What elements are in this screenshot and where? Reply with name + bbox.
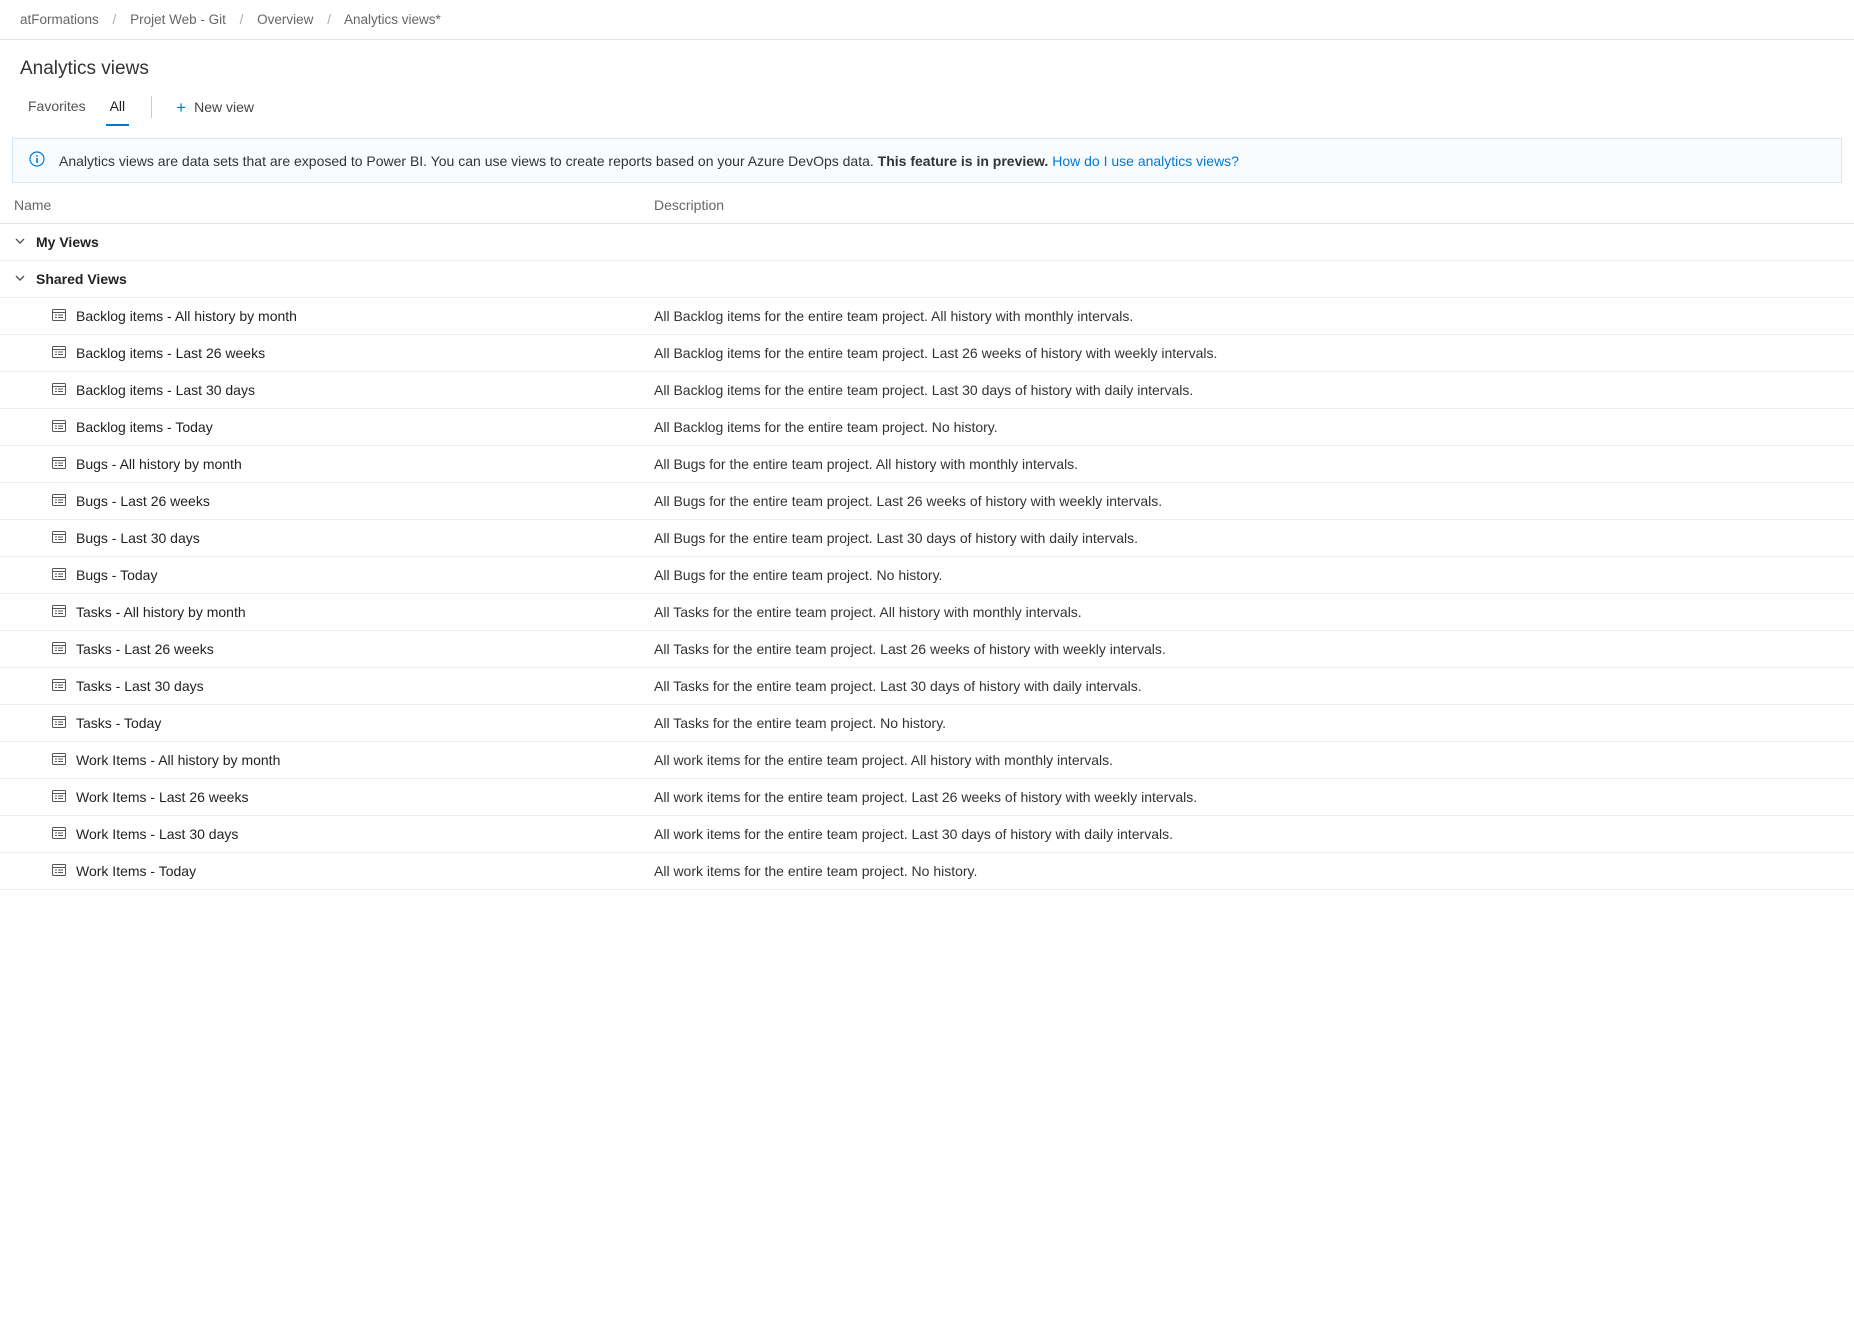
- view-row[interactable]: Work Items - All history by month All wor…: [0, 742, 1854, 779]
- view-description: All Bugs for the entire team project. La…: [654, 530, 1840, 546]
- view-description: All Backlog items for the entire team pr…: [654, 345, 1840, 361]
- analytics-view-icon: [52, 826, 66, 842]
- view-name: Bugs - All history by month: [76, 456, 242, 472]
- analytics-view-icon: [52, 678, 66, 694]
- analytics-view-icon: [52, 567, 66, 583]
- view-row[interactable]: Work Items - Last 26 weeks All work items…: [0, 779, 1854, 816]
- view-description: All Backlog items for the entire team pr…: [654, 419, 1840, 435]
- view-name: Bugs - Last 30 days: [76, 530, 200, 546]
- analytics-view-icon: [52, 530, 66, 546]
- analytics-view-icon: [52, 308, 66, 324]
- new-view-button[interactable]: + New view: [170, 91, 260, 124]
- view-row[interactable]: Tasks - All history by month All Tasks fo…: [0, 594, 1854, 631]
- tab-divider: [151, 96, 152, 118]
- view-name: Tasks - Last 30 days: [76, 678, 204, 694]
- view-row[interactable]: Backlog items - Last 26 weeks All Backlog…: [0, 335, 1854, 372]
- view-row[interactable]: Bugs - Last 26 weeks All Bugs for the ent…: [0, 483, 1854, 520]
- info-icon: [29, 151, 45, 170]
- analytics-view-icon: [52, 641, 66, 657]
- analytics-view-icon: [52, 456, 66, 472]
- shared-views-list: Backlog items - All history by month All …: [0, 298, 1854, 890]
- analytics-view-icon: [52, 752, 66, 768]
- breadcrumb-separator: /: [240, 12, 244, 27]
- view-name: Bugs - Today: [76, 567, 157, 583]
- view-row[interactable]: Tasks - Last 30 days All Tasks for the en…: [0, 668, 1854, 705]
- view-row[interactable]: Backlog items - Today All Backlog items f…: [0, 409, 1854, 446]
- breadcrumb-separator: /: [113, 12, 117, 27]
- view-row[interactable]: Bugs - Last 30 days All Bugs for the enti…: [0, 520, 1854, 557]
- view-description: All Backlog items for the entire team pr…: [654, 308, 1840, 324]
- view-name: Tasks - All history by month: [76, 604, 246, 620]
- view-row[interactable]: Bugs - All history by month All Bugs for …: [0, 446, 1854, 483]
- view-description: All work items for the entire team proje…: [654, 826, 1840, 842]
- group-shared-views[interactable]: Shared Views: [0, 261, 1854, 298]
- analytics-view-icon: [52, 493, 66, 509]
- page-title: Analytics views: [0, 40, 1854, 88]
- view-description: All work items for the entire team proje…: [654, 752, 1840, 768]
- view-name: Backlog items - Last 26 weeks: [76, 345, 265, 361]
- view-description: All Bugs for the entire team project. No…: [654, 567, 1840, 583]
- table-header: Name Description: [0, 187, 1854, 224]
- analytics-view-icon: [52, 863, 66, 879]
- column-description-header[interactable]: Description: [654, 197, 1840, 213]
- view-row[interactable]: Backlog items - All history by month All …: [0, 298, 1854, 335]
- breadcrumb-item[interactable]: atFormations: [20, 12, 99, 27]
- view-name: Tasks - Today: [76, 715, 161, 731]
- info-text: Analytics views are data sets that are e…: [59, 153, 1239, 169]
- group-label: My Views: [36, 234, 99, 250]
- view-description: All Tasks for the entire team project. L…: [654, 678, 1840, 694]
- view-description: All Bugs for the entire team project. Al…: [654, 456, 1840, 472]
- analytics-view-icon: [52, 715, 66, 731]
- view-name: Work Items - Last 30 days: [76, 826, 238, 842]
- breadcrumb-item[interactable]: Projet Web - Git: [130, 12, 226, 27]
- analytics-view-icon: [52, 419, 66, 435]
- view-description: All Tasks for the entire team project. N…: [654, 715, 1840, 731]
- group-label: Shared Views: [36, 271, 127, 287]
- view-name: Work Items - Today: [76, 863, 196, 879]
- view-name: Bugs - Last 26 weeks: [76, 493, 210, 509]
- view-name: Backlog items - All history by month: [76, 308, 297, 324]
- new-view-label: New view: [194, 99, 254, 115]
- analytics-view-icon: [52, 382, 66, 398]
- info-help-link[interactable]: How do I use analytics views?: [1052, 153, 1239, 169]
- view-description: All Bugs for the entire team project. La…: [654, 493, 1840, 509]
- column-name-header[interactable]: Name: [14, 197, 654, 213]
- view-description: All Backlog items for the entire team pr…: [654, 382, 1840, 398]
- view-row[interactable]: Backlog items - Last 30 days All Backlog …: [0, 372, 1854, 409]
- breadcrumb-item[interactable]: Analytics views*: [344, 12, 441, 27]
- view-description: All Tasks for the entire team project. A…: [654, 604, 1840, 620]
- view-name: Work Items - All history by month: [76, 752, 280, 768]
- breadcrumb: atFormations / Projet Web - Git / Overvi…: [0, 0, 1854, 40]
- analytics-view-icon: [52, 345, 66, 361]
- plus-icon: +: [176, 99, 186, 116]
- tab-favorites[interactable]: Favorites: [20, 88, 94, 126]
- view-row[interactable]: Bugs - Today All Bugs for the entire team…: [0, 557, 1854, 594]
- view-name: Tasks - Last 26 weeks: [76, 641, 214, 657]
- chevron-down-icon: [14, 234, 26, 250]
- view-description: All work items for the entire team proje…: [654, 789, 1840, 805]
- breadcrumb-item[interactable]: Overview: [257, 12, 313, 27]
- analytics-view-icon: [52, 789, 66, 805]
- view-row[interactable]: Tasks - Today All Tasks for the entire te…: [0, 705, 1854, 742]
- view-name: Work Items - Last 26 weeks: [76, 789, 248, 805]
- breadcrumb-separator: /: [327, 12, 331, 27]
- view-name: Backlog items - Today: [76, 419, 213, 435]
- analytics-view-icon: [52, 604, 66, 620]
- info-banner: Analytics views are data sets that are e…: [12, 138, 1842, 183]
- tab-all[interactable]: All: [102, 88, 134, 126]
- tabs-row: Favorites All + New view: [0, 88, 1854, 126]
- view-description: All Tasks for the entire team project. L…: [654, 641, 1840, 657]
- view-row[interactable]: Tasks - Last 26 weeks All Tasks for the e…: [0, 631, 1854, 668]
- view-description: All work items for the entire team proje…: [654, 863, 1840, 879]
- chevron-down-icon: [14, 271, 26, 287]
- view-name: Backlog items - Last 30 days: [76, 382, 255, 398]
- group-my-views[interactable]: My Views: [0, 224, 1854, 261]
- view-row[interactable]: Work Items - Today All work items for the…: [0, 853, 1854, 890]
- view-row[interactable]: Work Items - Last 30 days All work items …: [0, 816, 1854, 853]
